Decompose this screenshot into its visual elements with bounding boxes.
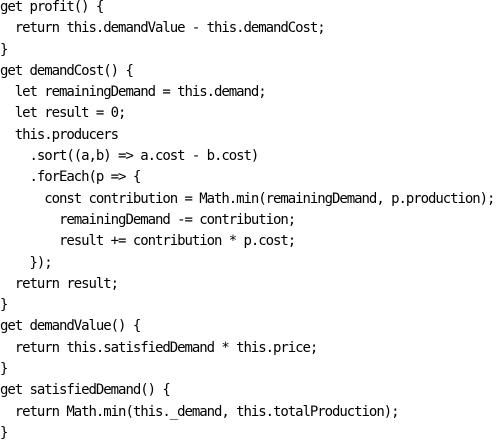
code-line: remainingDemand -= contribution; [0,211,296,228]
code-line: .sort((a,b) => a.cost - b.cost) [0,148,260,165]
code-line: return result; [0,275,119,292]
code-line: return this.satisfiedDemand * this.price… [0,339,319,356]
code-line: let remainingDemand = this.demand; [0,84,267,101]
code-line: let result = 0; [0,105,127,122]
code-line: } [0,361,8,378]
code-line: } [0,297,8,314]
code-line: } [0,424,8,441]
code-line: }); [0,254,53,271]
code-line: get demandValue() { [0,318,141,335]
code-line: } [0,41,8,58]
code-line: const contribution = Math.min(remainingD… [0,190,495,207]
code-line: get profit() { [0,0,104,15]
code-line: return this.demandValue - this.demandCos… [0,20,326,37]
code-line: return Math.min(this._demand, this.total… [0,403,400,420]
code-line: get satisfiedDemand() { [0,382,171,399]
code-line: .forEach(p => { [0,169,142,186]
code-line: this.producers [0,126,119,143]
code-line: result += contribution * p.cost; [0,233,296,250]
code-view: get profit() { return this.demandValue -… [0,0,501,441]
code-line: get demandCost() { [0,62,134,79]
